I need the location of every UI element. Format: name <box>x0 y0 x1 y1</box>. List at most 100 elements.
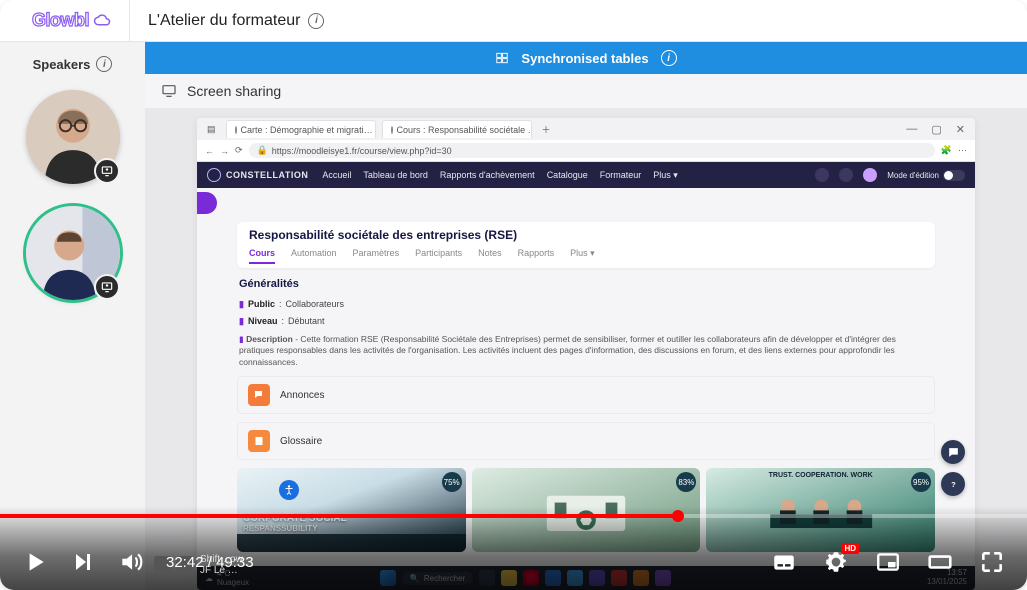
messages-icon[interactable] <box>839 168 853 182</box>
tab-plus[interactable]: Plus ▾ <box>570 248 595 264</box>
nav-item[interactable]: Catalogue <box>547 170 588 181</box>
resource-annonces[interactable]: Annonces <box>237 376 935 414</box>
info-icon[interactable]: i <box>308 13 324 29</box>
forward-button[interactable]: → <box>220 146 229 156</box>
app-icon[interactable] <box>655 570 671 586</box>
window-buttons: — ▢ ✕ <box>906 123 975 136</box>
explorer-icon[interactable] <box>501 570 517 586</box>
site-body: Responsabilité sociétale des entreprises… <box>197 214 975 566</box>
app-logo[interactable]: Glowbl <box>0 0 130 41</box>
content-area: Synchronised tables i Screen sharing ▤ C… <box>145 42 1027 590</box>
accessibility-button[interactable] <box>279 480 299 500</box>
lock-icon: 🔒 <box>257 145 268 156</box>
tile-caption <box>237 534 466 552</box>
course-public: ▮Public:Collaborateurs <box>239 299 933 310</box>
shared-screen: ▤ Carte : Démographie et migrati… ✕ Cour… <box>145 108 1027 590</box>
tab-participants[interactable]: Participants <box>415 248 462 264</box>
app-frame: Glowbl L'Atelier du formateur i Speakers… <box>0 0 1027 590</box>
tile-illustration <box>506 481 666 540</box>
sidebar-toggle-button[interactable] <box>197 192 217 214</box>
teams-icon[interactable] <box>589 570 605 586</box>
nav-item[interactable]: Plus ▾ <box>653 170 678 181</box>
top-bar: Glowbl L'Atelier du formateur i <box>0 0 1027 42</box>
speaker-2[interactable] <box>26 206 120 300</box>
help-fab[interactable]: ? <box>941 472 965 496</box>
new-tab-button[interactable]: ＋ <box>538 123 555 136</box>
start-button[interactable] <box>380 570 396 586</box>
reload-button[interactable]: ⟳ <box>235 145 243 156</box>
tile-illustration <box>724 481 918 540</box>
firefox-icon[interactable] <box>523 570 539 586</box>
taskbar-search[interactable]: 🔍Rechercher <box>402 572 473 585</box>
windows-taskbar: ☁ 4°CNuageux 🔍Rechercher <box>197 566 975 590</box>
tab-notes[interactable]: Notes <box>478 248 502 264</box>
browser-window: ▤ Carte : Démographie et migrati… ✕ Cour… <box>197 118 975 590</box>
info-icon[interactable]: i <box>661 50 677 66</box>
course-tile[interactable]: 75% CORPORATE SOCIALRESPANSSUBILITY <box>237 468 466 552</box>
edge-icon[interactable] <box>567 570 583 586</box>
minimize-button[interactable]: — <box>906 123 917 136</box>
main-body: Speakers i <box>0 42 1027 590</box>
course-niveau: ▮Niveau:Débutant <box>239 316 933 327</box>
nav-item[interactable]: Rapports d'achèvement <box>440 170 535 181</box>
room-title: L'Atelier du formateur <box>148 12 300 30</box>
speakers-header: Speakers i <box>33 56 113 72</box>
nav-item[interactable]: Tableau de bord <box>363 170 428 181</box>
edit-mode-toggle[interactable]: Mode d'édition <box>887 170 965 181</box>
tables-icon <box>495 51 509 65</box>
course-tabs: Cours Automation Paramètres Participants… <box>249 248 923 264</box>
course-tile[interactable]: 83% <box>472 468 701 552</box>
course-header-card: Responsabilité sociétale des entreprises… <box>237 222 935 268</box>
tab-list-icon[interactable]: ▤ <box>203 124 220 135</box>
page-title: Responsabilité sociétale des entreprises… <box>249 228 923 242</box>
resource-glossaire[interactable]: Glossaire <box>237 422 935 460</box>
speaker-1[interactable] <box>26 90 120 184</box>
close-button[interactable]: ✕ <box>956 123 965 136</box>
floating-actions: ? <box>941 440 965 496</box>
brand-logo-icon <box>207 168 221 182</box>
nav-item[interactable]: Accueil <box>322 170 351 181</box>
back-button[interactable]: ← <box>205 146 214 156</box>
app-icon[interactable] <box>633 570 649 586</box>
speakers-panel: Speakers i <box>0 42 145 590</box>
notifications-icon[interactable] <box>815 168 829 182</box>
chat-fab[interactable] <box>941 440 965 464</box>
course-tile[interactable]: 95% TRUST. COOPERATION. WORK <box>706 468 935 552</box>
menu-icon[interactable]: ⋯ <box>958 145 967 156</box>
info-icon[interactable]: i <box>96 56 112 72</box>
monitor-icon <box>161 83 177 99</box>
taskbar-clock[interactable]: 13:5713/01/2025 <box>927 569 967 587</box>
browser-tab[interactable]: Carte : Démographie et migrati… ✕ <box>226 120 376 138</box>
task-view-icon[interactable] <box>479 570 495 586</box>
taskbar-weather[interactable]: ☁ 4°CNuageux <box>205 569 249 587</box>
browser-tab-row: ▤ Carte : Démographie et migrati… ✕ Cour… <box>197 118 975 140</box>
site-nav: Accueil Tableau de bord Rapports d'achèv… <box>322 170 677 181</box>
extensions-icon[interactable]: 🧩 <box>941 145 952 156</box>
nav-item[interactable]: Formateur <box>600 170 642 181</box>
toggle-icon <box>943 170 965 181</box>
logo-text: Glowbl <box>32 10 89 31</box>
word-icon[interactable] <box>545 570 561 586</box>
logo-cloud-icon <box>93 12 111 30</box>
course-description: ▮ Description - Cette formation RSE (Res… <box>239 334 933 368</box>
course-tiles: 75% CORPORATE SOCIALRESPANSSUBILITY 83% <box>237 468 935 552</box>
address-bar[interactable]: 🔒 https://moodleisye1.fr/course/view.php… <box>249 143 935 158</box>
favicon-icon <box>235 126 237 134</box>
moodle-site: CONSTELLATION Accueil Tableau de bord Ra… <box>197 162 975 566</box>
site-brand[interactable]: CONSTELLATION <box>207 168 308 182</box>
user-avatar-icon[interactable] <box>863 168 877 182</box>
favicon-icon <box>391 126 393 134</box>
section-heading: Généralités <box>239 278 933 290</box>
progress-badge: 75% <box>442 472 462 492</box>
tab-parametres[interactable]: Paramètres <box>353 248 400 264</box>
maximize-button[interactable]: ▢ <box>931 123 941 136</box>
tab-automation[interactable]: Automation <box>291 248 337 264</box>
address-bar-row: ← → ⟳ 🔒 https://moodleisye1.fr/course/vi… <box>197 140 975 162</box>
tab-rapports[interactable]: Rapports <box>518 248 555 264</box>
sync-tables-bar[interactable]: Synchronised tables i <box>145 42 1027 74</box>
tab-cours[interactable]: Cours <box>249 248 275 264</box>
acrobat-icon[interactable] <box>611 570 627 586</box>
site-header: CONSTELLATION Accueil Tableau de bord Ra… <box>197 162 975 188</box>
room-title-wrap: L'Atelier du formateur i <box>130 12 324 30</box>
browser-tab[interactable]: Cours : Responsabilité sociétale … ✕ <box>382 120 532 138</box>
